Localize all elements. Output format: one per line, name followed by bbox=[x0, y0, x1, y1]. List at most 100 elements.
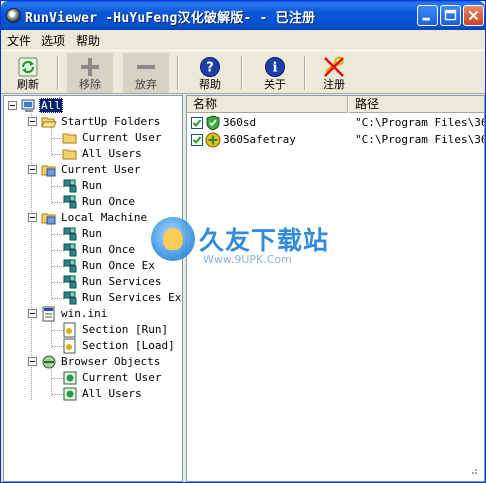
tree-node-lm-run-services-ex[interactable]: Run Services Ex bbox=[62, 290, 182, 306]
toolbar: 刷新 移除 放弃 ? 帮助 i 关于 注册 bbox=[1, 50, 485, 94]
refresh-button[interactable]: 刷新 bbox=[5, 53, 51, 93]
app-icon[interactable] bbox=[6, 8, 21, 23]
plus-icon bbox=[81, 58, 99, 76]
tree-connector bbox=[51, 318, 52, 348]
tree-label-bo-current-user: Current User bbox=[82, 371, 162, 384]
tree-node-bo-current-user[interactable]: Current User bbox=[62, 370, 182, 386]
tree-node-cu-run[interactable]: Run bbox=[62, 178, 182, 194]
tree-label-cu-run-once: Run Once bbox=[82, 195, 135, 208]
resize-grip-icon[interactable] bbox=[468, 465, 478, 475]
collapse-icon[interactable] bbox=[28, 309, 37, 318]
watermark-logo-icon bbox=[151, 217, 195, 261]
folder-icon bbox=[62, 149, 77, 160]
tree-node-section-run[interactable]: Section [Run] bbox=[62, 322, 182, 338]
browser-object-icon bbox=[63, 371, 77, 385]
tree-label-win-ini: win.ini bbox=[61, 307, 108, 320]
tree-label-lm-run-services-ex: Run Services Ex bbox=[82, 291, 182, 304]
collapse-icon[interactable] bbox=[28, 213, 37, 222]
info-icon: i bbox=[265, 57, 285, 77]
list-row[interactable]: 360Safetray "C:\Program Files\360\ bbox=[187, 132, 484, 148]
toolbar-separator bbox=[241, 56, 243, 90]
entry-name: 360sd bbox=[223, 116, 257, 129]
minimize-button[interactable] bbox=[417, 5, 438, 26]
registry-key-icon bbox=[63, 291, 77, 305]
register-key-icon bbox=[324, 56, 344, 77]
collapse-icon[interactable] bbox=[28, 357, 37, 366]
tree-node-startup-all-users[interactable]: All Users bbox=[62, 146, 182, 162]
site-watermark: 久友下载站 Www.9UPK.Com bbox=[151, 213, 331, 273]
entry-path: "C:\Program Files\360\ bbox=[355, 133, 484, 146]
browser-object-icon bbox=[63, 387, 77, 401]
ini-section-icon bbox=[63, 322, 76, 338]
help-icon: ? bbox=[200, 57, 220, 77]
discard-label: 放弃 bbox=[135, 78, 157, 91]
entry-path: "C:\Program Files\360\ bbox=[355, 116, 484, 129]
watermark-url: Www.9UPK.Com bbox=[203, 253, 292, 266]
tree-label-lm-run-once: Run Once bbox=[82, 243, 135, 256]
tree-label-startup-current-user: Current User bbox=[82, 131, 162, 144]
close-button[interactable] bbox=[463, 5, 484, 26]
tree-node-startup-current-user[interactable]: Current User bbox=[62, 130, 182, 146]
tree-node-all[interactable]: All bbox=[8, 98, 178, 114]
maximize-icon bbox=[444, 9, 457, 21]
registry-folder-icon bbox=[41, 165, 56, 177]
tree-label-startup-all-users: All Users bbox=[82, 147, 142, 160]
maximize-button[interactable] bbox=[440, 5, 461, 26]
minus-icon bbox=[137, 65, 155, 69]
register-label: 注册 bbox=[323, 78, 345, 91]
collapse-icon[interactable] bbox=[8, 101, 17, 110]
menu-bar: 文件 选项 帮助 bbox=[1, 30, 485, 49]
list-header: 名称 路径 bbox=[187, 96, 484, 113]
app-window: RunViewer -HuYuFeng汉化破解版- - 已注册 文件 选项 帮助… bbox=[0, 0, 486, 483]
column-header-name[interactable]: 名称 bbox=[187, 96, 348, 113]
tree-label-lm-run-services: Run Services bbox=[82, 275, 162, 288]
remove-button[interactable]: 移除 bbox=[67, 53, 113, 93]
tree-node-bo-all-users[interactable]: All Users bbox=[62, 386, 182, 402]
browser-objects-icon bbox=[42, 355, 56, 369]
remove-label: 移除 bbox=[79, 78, 101, 91]
about-button[interactable]: i 关于 bbox=[252, 53, 298, 93]
tree-node-win-ini[interactable]: win.ini bbox=[28, 306, 178, 322]
tree-node-cu-run-once[interactable]: Run Once bbox=[62, 194, 182, 210]
collapse-icon[interactable] bbox=[28, 165, 37, 174]
register-button[interactable]: 注册 bbox=[311, 53, 357, 93]
svg-text:?: ? bbox=[206, 61, 214, 76]
tree-connector bbox=[51, 126, 52, 156]
watermark-title: 久友下载站 bbox=[199, 226, 330, 255]
tree-node-browser-objects[interactable]: Browser Objects bbox=[28, 354, 178, 370]
tree-connector bbox=[51, 174, 52, 204]
column-header-path[interactable]: 路径 bbox=[348, 96, 484, 113]
tree-label-section-run: Section [Run] bbox=[82, 323, 169, 336]
discard-button[interactable]: 放弃 bbox=[123, 53, 169, 93]
registry-key-icon bbox=[63, 259, 77, 273]
toolbar-separator bbox=[304, 56, 306, 90]
category-tree[interactable]: All StartUp Folders Current User All Use… bbox=[3, 95, 183, 482]
tree-node-lm-run-services[interactable]: Run Services bbox=[62, 274, 182, 290]
tree-label-lm-run: Run bbox=[82, 227, 102, 240]
shield-icon bbox=[206, 115, 220, 131]
tree-label-lm-run-once-ex: Run Once Ex bbox=[82, 259, 155, 272]
about-label: 关于 bbox=[264, 78, 286, 91]
tree-node-current-user[interactable]: Current User bbox=[28, 162, 178, 178]
window-title: RunViewer -HuYuFeng汉化破解版- - 已注册 bbox=[25, 11, 316, 26]
entry-checkbox[interactable] bbox=[191, 134, 203, 146]
registry-key-icon bbox=[63, 227, 77, 241]
tree-content: All StartUp Folders Current User All Use… bbox=[4, 96, 182, 481]
open-folder-icon bbox=[41, 117, 57, 128]
list-row[interactable]: 360sd "C:\Program Files\360\ bbox=[187, 115, 484, 131]
title-bar[interactable]: RunViewer -HuYuFeng汉化破解版- - 已注册 bbox=[1, 1, 485, 30]
menu-options[interactable]: 选项 bbox=[41, 32, 65, 49]
menu-file[interactable]: 文件 bbox=[7, 32, 31, 49]
computer-icon bbox=[21, 99, 35, 112]
tree-connector bbox=[51, 366, 52, 396]
collapse-icon[interactable] bbox=[28, 117, 37, 126]
checkmark-icon bbox=[192, 119, 202, 127]
entry-checkbox[interactable] bbox=[191, 117, 203, 129]
help-button[interactable]: ? 帮助 bbox=[187, 53, 233, 93]
tree-label-current-user: Current User bbox=[61, 163, 141, 176]
entries-list[interactable]: 名称 路径 360sd "C:\Program Files\360\ 360Sa… bbox=[186, 95, 485, 482]
tree-node-startup-folders[interactable]: StartUp Folders bbox=[28, 114, 178, 130]
menu-help[interactable]: 帮助 bbox=[76, 32, 100, 49]
toolbar-separator bbox=[177, 56, 179, 90]
tree-node-section-load[interactable]: Section [Load] bbox=[62, 338, 182, 354]
